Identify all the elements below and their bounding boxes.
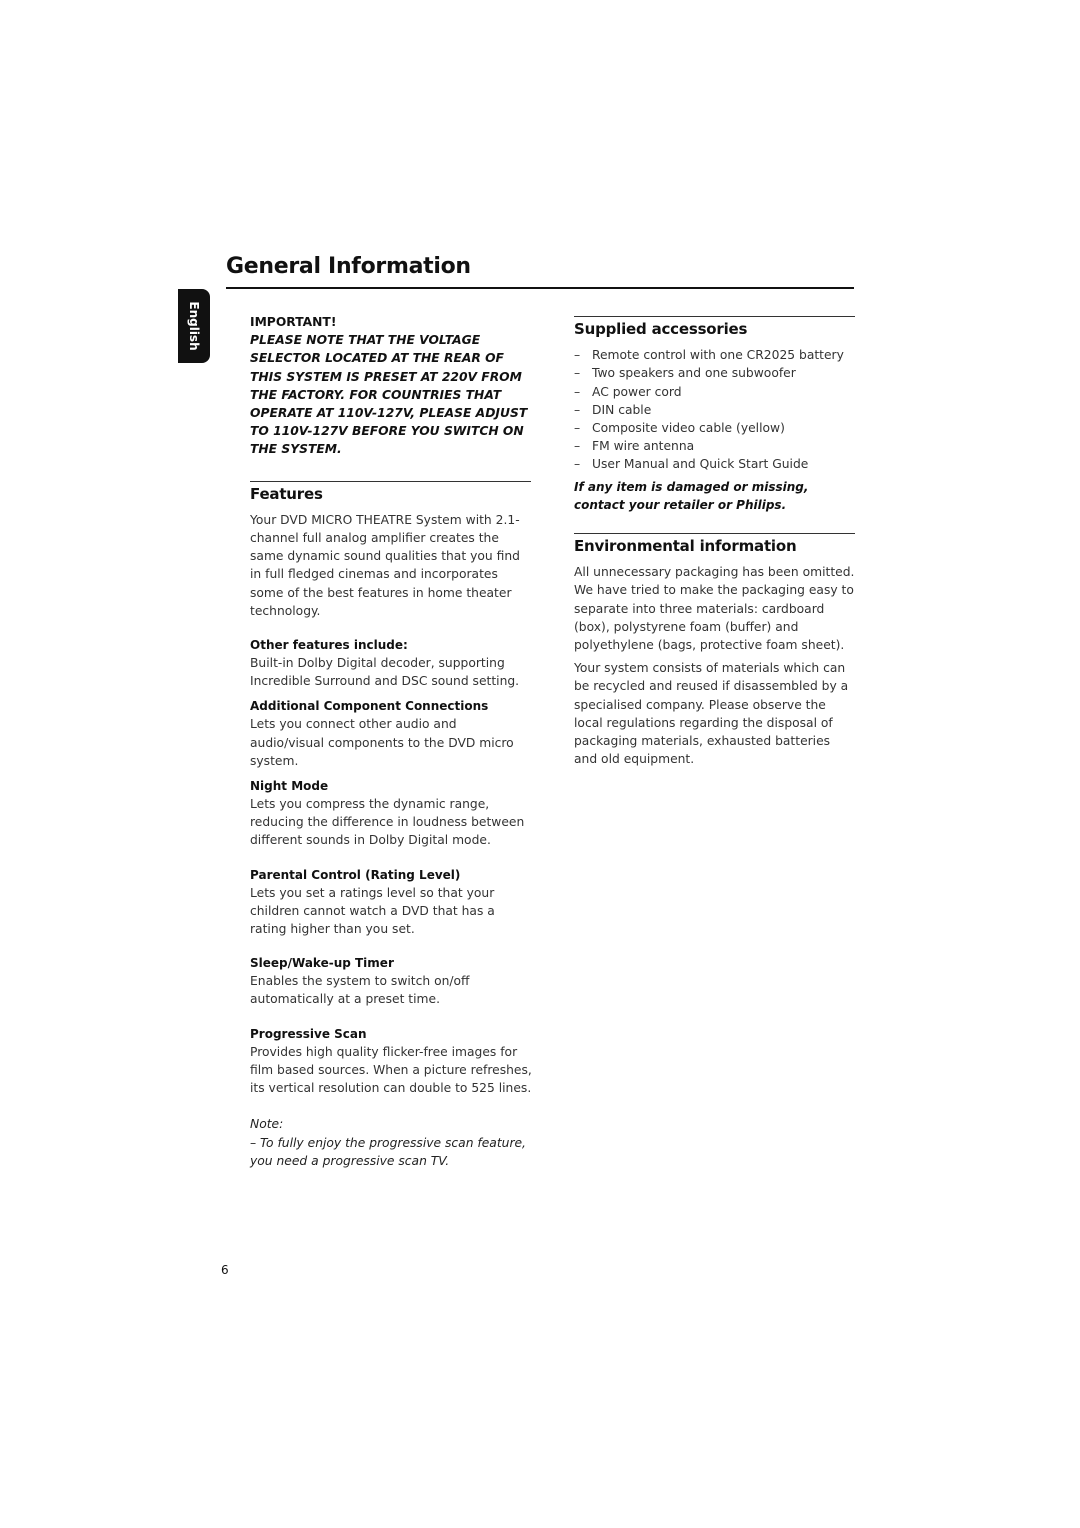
- feature-item: Sleep/Wake-up Timer Enables the system t…: [250, 954, 532, 1008]
- language-tab-label: English: [187, 301, 201, 351]
- list-item: – AC power cord: [574, 383, 856, 401]
- feature-item: Additional Component Connections Lets yo…: [250, 697, 532, 770]
- section-divider: [250, 480, 531, 482]
- section-divider: [574, 533, 855, 535]
- features-section: Features Your DVD MICRO THEATRE System w…: [250, 480, 532, 1170]
- dash-bullet: –: [574, 439, 581, 454]
- accessories-warning: If any item is damaged or missing, conta…: [574, 479, 809, 512]
- language-tab: English: [178, 289, 210, 363]
- accessory-label: DIN cable: [592, 402, 652, 417]
- feature-title: Sleep/Wake-up Timer: [250, 956, 394, 971]
- features-heading: Features: [250, 484, 323, 503]
- right-column: Supplied accessories – Remote control wit…: [574, 316, 856, 773]
- feature-title: Other features include:: [250, 638, 408, 653]
- accessory-label: AC power cord: [592, 384, 682, 399]
- feature-item: Night Mode Lets you compress the dynamic…: [250, 777, 532, 850]
- feature-text: Lets you compress the dynamic range, red…: [250, 797, 525, 848]
- section-divider: [574, 316, 855, 317]
- feature-text: Built-in Dolby Digital decoder, supporti…: [250, 656, 520, 689]
- feature-text: Enables the system to switch on/off auto…: [250, 974, 470, 1007]
- list-item: – FM wire antenna: [574, 437, 856, 455]
- dash-bullet: –: [574, 384, 581, 399]
- feature-text: Provides high quality flicker-free image…: [250, 1044, 532, 1096]
- feature-text: Lets you connect other audio and audio/v…: [250, 717, 514, 768]
- important-notice: IMPORTANT! PLEASE NOTE THAT THE VOLTAGE …: [250, 313, 532, 459]
- accessory-label: User Manual and Quick Start Guide: [592, 457, 809, 472]
- list-item: – Two speakers and one subwoofer: [574, 364, 856, 382]
- left-column: IMPORTANT! PLEASE NOTE THAT THE VOLTAGE …: [250, 313, 532, 1170]
- accessory-label: Two speakers and one subwoofer: [592, 366, 796, 381]
- feature-item: Other features include: Built-in Dolby D…: [250, 636, 532, 690]
- dash-bullet: –: [574, 348, 581, 363]
- list-item: – Remote control with one CR2025 battery: [574, 346, 856, 364]
- list-item: – User Manual and Quick Start Guide: [574, 455, 856, 473]
- note-label: Note:: [250, 1117, 284, 1132]
- accessories-section: Supplied accessories – Remote control wit…: [574, 316, 856, 514]
- environment-paragraph: Your system consists of materials which …: [574, 661, 849, 767]
- list-item: – Composite video cable (yellow): [574, 419, 856, 437]
- page-title: General Information: [226, 254, 471, 279]
- page-number: 6: [221, 1263, 229, 1277]
- feature-item: Progressive Scan Provides high quality f…: [250, 1025, 532, 1098]
- feature-title: Night Mode: [250, 779, 329, 794]
- feature-title: Parental Control (Rating Level): [250, 867, 461, 882]
- accessories-list: – Remote control with one CR2025 battery …: [574, 346, 856, 473]
- dash-bullet: –: [574, 457, 581, 472]
- dash-bullet: –: [574, 421, 581, 436]
- list-item: – DIN cable: [574, 401, 856, 419]
- note-text: – To fully enjoy the progressive scan fe…: [250, 1135, 526, 1168]
- important-text: PLEASE NOTE THAT THE VOLTAGE SELECTOR LO…: [250, 333, 528, 457]
- feature-text: Lets you set a ratings level so that you…: [250, 885, 495, 937]
- environment-heading: Environmental information: [574, 537, 797, 556]
- environment-section: Environmental information All unnecessar…: [574, 533, 856, 768]
- accessory-label: FM wire antenna: [592, 439, 695, 454]
- environment-paragraph: All unnecessary packaging has been omitt…: [574, 565, 855, 653]
- accessory-label: Remote control with one CR2025 battery: [592, 348, 844, 363]
- title-divider: [226, 287, 854, 289]
- dash-bullet: –: [574, 366, 581, 381]
- feature-item: Parental Control (Rating Level) Lets you…: [250, 866, 532, 939]
- accessory-label: Composite video cable (yellow): [592, 421, 785, 436]
- features-intro: Your DVD MICRO THEATRE System with 2.1-c…: [250, 512, 520, 618]
- dash-bullet: –: [574, 402, 581, 417]
- accessories-heading: Supplied accessories: [574, 320, 748, 338]
- feature-title: Additional Component Connections: [250, 699, 489, 714]
- important-heading: IMPORTANT!: [250, 315, 337, 329]
- feature-title: Progressive Scan: [250, 1026, 367, 1041]
